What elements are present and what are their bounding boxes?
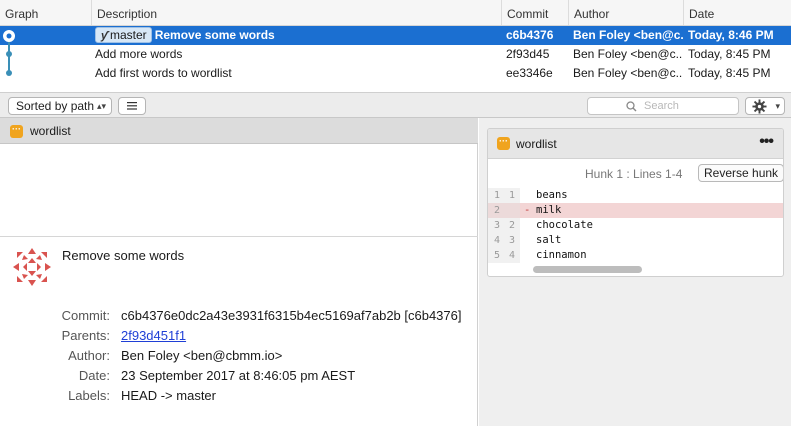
commit-date: Today, 8:46 PM <box>688 28 774 42</box>
new-line-number: 3 <box>508 235 515 246</box>
diff-line-removed: 2 - milk <box>488 203 783 218</box>
column-header-date[interactable]: Date <box>683 0 791 25</box>
more-options-icon[interactable]: ••• <box>759 133 774 151</box>
search-icon <box>626 101 637 112</box>
commit-row[interactable]: Add first words to wordlist ee3346e Ben … <box>0 64 791 83</box>
horizontal-scrollbar[interactable] <box>533 266 642 273</box>
parent-commit-link[interactable]: 2f93d451f1 <box>121 328 186 343</box>
list-icon <box>127 102 137 110</box>
commit-date: Today, 8:45 PM <box>688 47 771 61</box>
line-text: beans <box>536 189 568 201</box>
commit-description: Remove some words <box>154 28 275 42</box>
sort-dropdown[interactable]: Sorted by path ▴▾ <box>8 97 112 115</box>
commit-row[interactable]: ƴ master Remove some words c6b4376 Ben Fol… <box>0 26 791 45</box>
column-header-graph[interactable]: Graph <box>0 0 91 25</box>
old-line-number: 1 <box>493 190 500 201</box>
date-value: 23 September 2017 at 8:46:05 pm AEST <box>121 368 356 383</box>
history-header: Graph Description Commit Author Date <box>0 0 791 26</box>
reverse-hunk-button[interactable]: Reverse hunk <box>698 164 783 182</box>
commit-description: Add first words to wordlist <box>95 66 232 80</box>
commit-label: Commit: <box>61 308 110 323</box>
changed-files-pane: ··· wordlist Remove some words Commit: c… <box>0 118 478 426</box>
diff-line: 5 4 cinnamon <box>488 248 783 263</box>
author-label: Author: <box>68 348 110 363</box>
commit-graph <box>3 30 15 76</box>
commit-row[interactable]: Add more words 2f93d45 Ben Foley <ben@c.… <box>0 45 791 64</box>
labels-value: HEAD -> master <box>121 388 216 403</box>
line-text: cinnamon <box>536 249 587 261</box>
column-header-author[interactable]: Author <box>568 0 683 25</box>
diff-line: 3 2 chocolate <box>488 218 783 233</box>
parents-label: Parents: <box>61 328 110 343</box>
diff-marker: - <box>524 204 531 216</box>
commit-hash: 2f93d45 <box>506 47 550 61</box>
file-icon: ··· <box>10 125 23 138</box>
hunk-header: Hunk 1 : Lines 1-4 Reverse hunk <box>488 159 783 185</box>
chevron-down-icon: ▾ <box>775 101 780 111</box>
old-line-number: 5 <box>493 250 500 261</box>
old-line-number: 3 <box>493 220 500 231</box>
labels-label: Labels: <box>68 388 110 403</box>
commit-details: Remove some words Commit: c6b4376e0dc2a4… <box>0 237 478 426</box>
file-name: wordlist <box>30 124 71 138</box>
line-text: chocolate <box>536 219 593 231</box>
new-line-number: 2 <box>508 220 515 231</box>
search-input[interactable]: Search <box>587 97 739 115</box>
graph-node <box>6 51 12 57</box>
new-line-number: 1 <box>508 190 515 201</box>
old-line-number: 2 <box>493 205 500 216</box>
list-view-button[interactable] <box>118 97 146 115</box>
branch-icon: ƴ <box>100 30 108 42</box>
search-placeholder: Search <box>644 100 679 112</box>
commit-hash: ee3346e <box>506 66 553 80</box>
commit-description-cell: ƴ master Remove some words <box>95 26 500 45</box>
chevron-updown-icon: ▴▾ <box>96 101 106 111</box>
branch-label[interactable]: ƴ master <box>95 27 152 43</box>
hunk-label: Hunk 1 : Lines 1-4 <box>585 167 683 181</box>
diff-pane: ··· wordlist ••• Hunk 1 : Lines 1-4 Reve… <box>479 118 791 426</box>
branch-name: master <box>110 28 147 42</box>
diff-line: 1 1 beans <box>488 188 783 203</box>
column-header-commit[interactable]: Commit <box>501 0 568 25</box>
diff-file-header: ··· wordlist ••• <box>488 129 783 159</box>
settings-dropdown[interactable]: ▾ <box>745 97 785 115</box>
commit-author: Ben Foley <ben@c... <box>573 47 683 61</box>
commit-author: Ben Foley <ben@c... <box>573 28 683 42</box>
graph-node <box>6 70 12 76</box>
diff-file-name: wordlist <box>516 137 557 151</box>
diff-card: ··· wordlist ••• Hunk 1 : Lines 1-4 Reve… <box>487 128 784 277</box>
avatar <box>13 248 51 286</box>
commit-description: Add more words <box>95 47 183 61</box>
commit-title: Remove some words <box>62 248 185 263</box>
diff-lines: 1 1 beans 2 - milk 3 2 chocolate 4 3 sal… <box>488 188 783 263</box>
date-label: Date: <box>78 368 110 383</box>
diff-line: 4 3 salt <box>488 233 783 248</box>
new-line-number: 4 <box>508 250 515 261</box>
gear-icon <box>752 99 767 114</box>
file-icon: ··· <box>497 137 510 150</box>
commit-hash: c6b4376 <box>506 28 554 42</box>
old-line-number: 4 <box>493 235 500 246</box>
commit-date: Today, 8:45 PM <box>688 66 771 80</box>
line-text: salt <box>536 234 562 246</box>
sort-label: Sorted by path <box>16 99 95 113</box>
graph-node-head-center <box>6 33 12 39</box>
file-list-item[interactable]: ··· wordlist <box>0 118 478 144</box>
column-header-description[interactable]: Description <box>91 0 501 25</box>
author-value: Ben Foley <ben@cbmm.io> <box>121 348 283 363</box>
commit-sha: c6b4376e0dc2a43e3931f6315b4ec5169af7ab2b… <box>121 308 462 323</box>
line-text: milk <box>536 204 562 216</box>
commit-author: Ben Foley <ben@c... <box>573 66 683 80</box>
toolbar: Sorted by path ▴▾ Search ▾ <box>0 92 791 118</box>
